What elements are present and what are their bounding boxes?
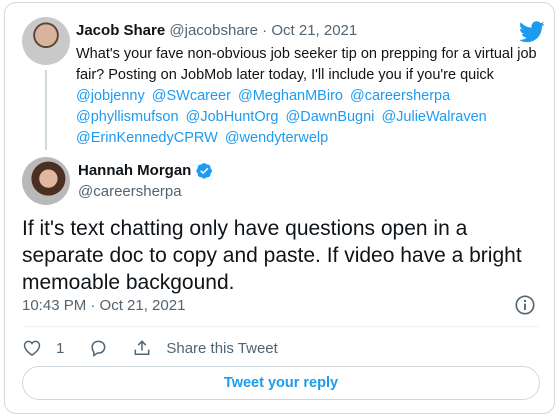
reply-author-name-row: Hannah Morgan xyxy=(78,162,213,179)
twitter-logo-icon[interactable] xyxy=(519,21,545,43)
parent-tweet-mentions: @jobjenny @SWcareer @MeghanMBiro @career… xyxy=(76,86,546,149)
share-icon xyxy=(134,340,150,355)
tweet-actions-bar: 1 Share this Tweet xyxy=(22,337,302,359)
parent-tweet-header: Jacob Share @jacobshare · Oct 21, 2021 xyxy=(76,22,357,39)
like-count: 1 xyxy=(56,339,65,357)
info-icon[interactable] xyxy=(514,294,536,316)
reply-author-handle[interactable]: @careersherpa xyxy=(78,183,182,200)
avatar-hannah-morgan[interactable] xyxy=(22,157,70,205)
reply-button[interactable] xyxy=(88,338,108,358)
tweet-your-reply-button[interactable]: Tweet your reply xyxy=(22,366,540,400)
thread-connector-line xyxy=(45,70,47,150)
reply-timestamp[interactable]: 10:43 PM · Oct 21, 2021 xyxy=(22,297,185,314)
header-separator: · xyxy=(262,22,268,39)
mention-link[interactable]: @JobHuntOrg xyxy=(186,109,279,125)
reply-tweet-text: If it's text chatting only have question… xyxy=(22,217,522,294)
share-button[interactable]: Share this Tweet xyxy=(132,338,278,358)
share-label: Share this Tweet xyxy=(166,339,278,357)
verified-badge-icon xyxy=(196,163,213,179)
mention-link[interactable]: @MeghanMBiro xyxy=(238,88,343,104)
mention-link[interactable]: @SWcareer xyxy=(152,88,231,104)
parent-author-name[interactable]: Jacob Share xyxy=(76,22,165,39)
parent-tweet-text: What's your fave non-obvious job seeker … xyxy=(76,46,537,83)
mention-link[interactable]: @wendyterwelp xyxy=(225,130,328,146)
parent-tweet-date[interactable]: Oct 21, 2021 xyxy=(271,22,357,39)
heart-icon xyxy=(23,340,41,356)
actions-divider xyxy=(22,326,540,327)
reply-author-name[interactable]: Hannah Morgan xyxy=(78,162,191,179)
parent-author-handle[interactable]: @jacobshare xyxy=(169,22,258,39)
mention-link[interactable]: @DawnBugni xyxy=(286,109,375,125)
reply-bubble-icon xyxy=(91,340,106,357)
like-button[interactable]: 1 xyxy=(22,338,64,358)
mention-link[interactable]: @phyllismufson xyxy=(76,109,179,125)
mention-link[interactable]: @JulieWalraven xyxy=(381,109,486,125)
mention-link[interactable]: @jobjenny xyxy=(76,88,145,104)
mention-link[interactable]: @ErinKennedyCPRW xyxy=(76,130,218,146)
mention-link[interactable]: @careersherpa xyxy=(350,88,450,104)
avatar-jacob-share[interactable] xyxy=(22,17,70,65)
